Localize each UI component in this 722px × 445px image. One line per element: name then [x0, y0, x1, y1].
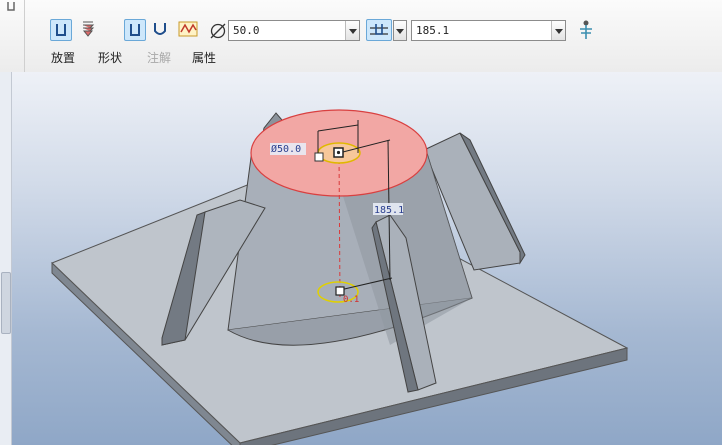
diameter-dim-label: Ø50.0: [271, 143, 301, 155]
preview-glasses-icon: [580, 20, 592, 39]
diameter-icon: [209, 22, 227, 43]
flat-hole-icon: [130, 24, 140, 36]
drill-tip-icon: [154, 23, 166, 35]
sketch-profile-icon: [178, 21, 198, 37]
sketch-hole-button[interactable]: [178, 19, 200, 41]
simple-hole-button[interactable]: [50, 19, 72, 41]
diameter-input[interactable]: 50.0: [228, 20, 360, 41]
tab-placement[interactable]: 放置: [51, 49, 75, 66]
preview-button[interactable]: [576, 19, 598, 41]
threaded-hole-icon: [82, 21, 95, 37]
divider: [24, 0, 25, 72]
scrollbar-thumb[interactable]: [1, 272, 11, 334]
depth-value: 185.1: [416, 24, 450, 37]
depth-dim-label: 185.1: [374, 205, 404, 216]
drill-tip-button[interactable]: [150, 19, 172, 41]
tab-note[interactable]: 注解: [147, 49, 171, 66]
depth-dropdown[interactable]: [551, 21, 565, 40]
flat-hole-button[interactable]: [124, 19, 146, 41]
tab-shape[interactable]: 形状: [98, 49, 122, 66]
dashboard-toolbar: 50.0 185.1 放置 形状 注解 属性: [0, 0, 722, 73]
diameter-value: 50.0: [233, 24, 260, 37]
collapse-icon[interactable]: [0, 0, 24, 20]
standard-hole-button[interactable]: [78, 19, 100, 41]
offset-dim-label: 0.1: [343, 295, 359, 305]
depth-option-button[interactable]: [366, 19, 392, 41]
diameter-drag-handle: [314, 152, 324, 162]
tab-properties[interactable]: 属性: [192, 49, 216, 66]
graphics-viewport[interactable]: Ø50.0 185.1 0.1: [0, 72, 722, 445]
left-scrollbar[interactable]: [0, 72, 12, 445]
model-view: Ø50.0 185.1 0.1: [51, 109, 629, 445]
diameter-dropdown[interactable]: [345, 21, 359, 40]
blind-depth-icon: [370, 24, 388, 35]
simple-hole-icon: [56, 24, 66, 36]
depth-input[interactable]: 185.1: [411, 20, 566, 41]
depth-drag-handle: [335, 286, 345, 296]
depth-option-dropdown[interactable]: [393, 20, 407, 41]
